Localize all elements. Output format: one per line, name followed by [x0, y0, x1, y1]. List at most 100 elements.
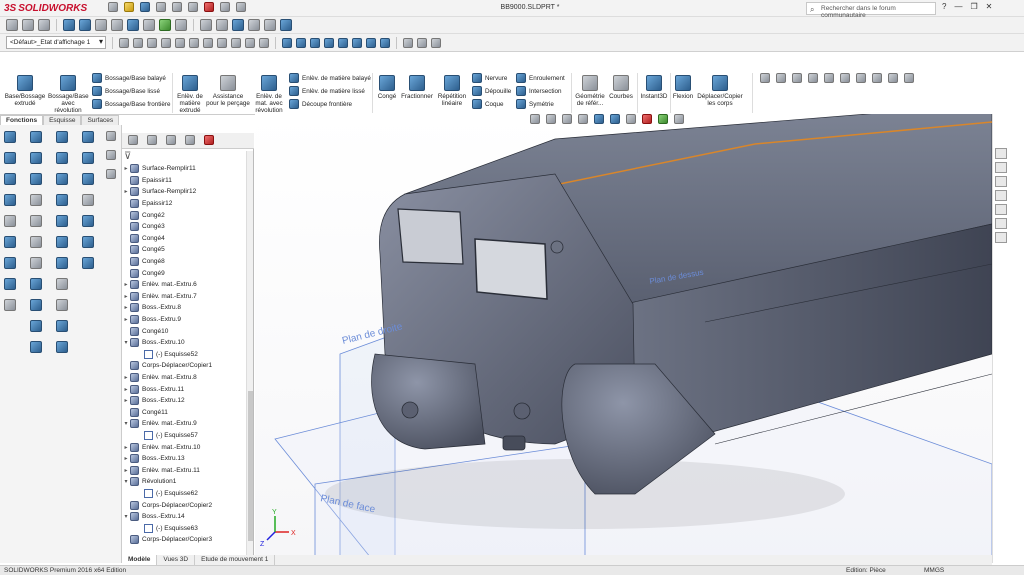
isometric-view-icon[interactable] [366, 37, 376, 48]
measure-icon[interactable] [111, 19, 123, 31]
palette-tool-icon[interactable] [56, 215, 68, 227]
expand-arrow-icon[interactable]: ▾ [122, 513, 130, 520]
palette-tool-icon[interactable] [30, 278, 42, 290]
sketch-filter-icon[interactable] [259, 37, 269, 48]
display-style-icon[interactable] [38, 19, 50, 31]
smart-dim-icon[interactable] [776, 73, 786, 83]
zoom-icon[interactable] [200, 19, 212, 31]
view-settings-icon[interactable] [674, 114, 684, 124]
palette-tool-icon[interactable] [4, 278, 16, 290]
sketch-icon-2[interactable] [760, 73, 770, 83]
text-icon[interactable] [904, 73, 914, 83]
restore-icon[interactable]: ❐ [970, 2, 977, 11]
palette-tool-icon[interactable] [82, 152, 94, 164]
palette-tool-icon[interactable] [82, 215, 94, 227]
fillet-button[interactable]: Congé [374, 75, 400, 100]
palette-tool-icon[interactable] [82, 131, 94, 143]
lofted-cut-button[interactable]: Enlèv. de matière lissé [289, 86, 365, 96]
palette-tool-icon[interactable] [56, 131, 68, 143]
tree-feature-item[interactable]: Congé11 [122, 406, 246, 418]
tree-feature-item[interactable]: ▾ Boss.-Extru.14 [122, 511, 246, 523]
expand-arrow-icon[interactable]: ▸ [122, 444, 130, 451]
coupler[interactable] [502, 435, 526, 451]
revolved-boss-button[interactable]: Bossage/Base avec révolution [48, 75, 89, 114]
tab-surfaces[interactable]: Surfaces [81, 115, 120, 125]
left-view-icon[interactable] [310, 37, 320, 48]
palette-tool-icon[interactable] [56, 152, 68, 164]
axis-filter-icon[interactable] [231, 37, 241, 48]
draft-button[interactable]: Dépouille [472, 86, 511, 96]
palette-tool-icon[interactable] [56, 320, 68, 332]
top-view-icon[interactable] [338, 37, 348, 48]
mirror-button[interactable]: Symétrie [516, 99, 554, 109]
zoom-area-icon[interactable] [546, 114, 556, 124]
appearance-icon[interactable] [232, 19, 244, 31]
back-view-icon[interactable] [296, 37, 306, 48]
view-orientation-icon[interactable] [594, 114, 604, 124]
plane-filter-icon[interactable] [217, 37, 227, 48]
buffer-right[interactable] [513, 402, 531, 420]
edge-filter-icon[interactable] [175, 37, 185, 48]
options-icon[interactable] [236, 2, 246, 12]
smart-dimension-icon[interactable] [63, 19, 75, 31]
expand-arrow-icon[interactable]: ▸ [122, 316, 130, 323]
expand-arrow-icon[interactable]: ▾ [122, 420, 130, 427]
file-explorer-icon[interactable] [995, 176, 1007, 187]
boundary-cut-button[interactable]: Découpe frontière [289, 99, 352, 109]
view-palette-icon[interactable] [995, 190, 1007, 201]
palette-tool-icon[interactable] [30, 257, 42, 269]
palette-tool-icon[interactable] [4, 173, 16, 185]
palette-tool-icon[interactable] [56, 278, 68, 290]
pointer-icon[interactable] [133, 37, 143, 48]
mass-properties-icon[interactable] [127, 19, 139, 31]
palette-tool-icon[interactable] [106, 131, 116, 141]
palette-tool-icon[interactable] [56, 257, 68, 269]
monitor-icon[interactable] [264, 19, 276, 31]
check-icon[interactable] [159, 19, 171, 31]
tree-feature-item[interactable]: Epaissir12 [122, 198, 246, 210]
palette-tool-icon[interactable] [30, 341, 42, 353]
tree-feature-item[interactable]: Corps-Déplacer/Copier1 [122, 360, 246, 372]
resources-icon[interactable] [995, 148, 1007, 159]
palette-tool-icon[interactable] [82, 194, 94, 206]
rebuild-icon[interactable] [204, 2, 214, 12]
tab-fonctions[interactable]: Fonctions [0, 115, 44, 125]
move-copy-bodies-button[interactable]: Déplacer/Copier les corps [696, 75, 744, 107]
feature-tree-icon[interactable] [128, 135, 138, 145]
palette-tool-icon[interactable] [30, 320, 42, 332]
custom-properties-icon[interactable] [995, 218, 1007, 229]
surface-filter-icon[interactable] [203, 37, 213, 48]
boundary-boss-button[interactable]: Bossage/Base frontière [92, 99, 170, 109]
shell-button[interactable]: Coque [472, 99, 504, 109]
wrap-button[interactable]: Enroulement [516, 73, 565, 83]
camera-icon[interactable] [216, 19, 228, 31]
select-filter-icon[interactable] [147, 37, 157, 48]
rib-button[interactable]: Nervure [472, 73, 507, 83]
help-button[interactable]: ? [942, 2, 946, 11]
extruded-boss-button[interactable]: Base/Bossage extrudé [3, 75, 47, 107]
tree-feature-item[interactable]: Epaissir11 [122, 175, 246, 187]
tree-feature-item[interactable]: ▸ Enlèv. mat.-Extru.6 [122, 279, 246, 291]
right-view-icon[interactable] [324, 37, 334, 48]
tree-feature-item[interactable]: ▾ Révolution1 [122, 476, 246, 488]
buffer-left[interactable] [401, 401, 419, 419]
print-icon[interactable] [156, 2, 166, 12]
feature-tree-scrollbar[interactable] [246, 151, 253, 561]
tree-feature-item[interactable]: Congé3 [122, 221, 246, 233]
palette-tool-icon[interactable] [106, 150, 116, 160]
tree-sketch-item[interactable]: (-) Esquisse52 [122, 349, 246, 361]
expand-arrow-icon[interactable]: ▸ [122, 397, 130, 404]
flex-button[interactable]: Flexion [672, 75, 694, 100]
spline-icon[interactable] [872, 73, 882, 83]
vertex-filter-icon[interactable] [161, 37, 171, 48]
circle-icon[interactable] [840, 73, 850, 83]
palette-tool-icon[interactable] [56, 299, 68, 311]
graphics-area[interactable]: Plan de droite Plan de face Plan de dess… [255, 114, 992, 563]
line-icon[interactable] [417, 37, 427, 48]
palette-tool-icon[interactable] [30, 173, 42, 185]
tree-feature-item[interactable]: ▸ Boss.-Extru.13 [122, 453, 246, 465]
palette-tool-icon[interactable] [30, 131, 42, 143]
palette-tool-icon[interactable] [82, 236, 94, 248]
undo-icon[interactable] [172, 2, 182, 12]
hide-show-icon[interactable] [626, 114, 636, 124]
